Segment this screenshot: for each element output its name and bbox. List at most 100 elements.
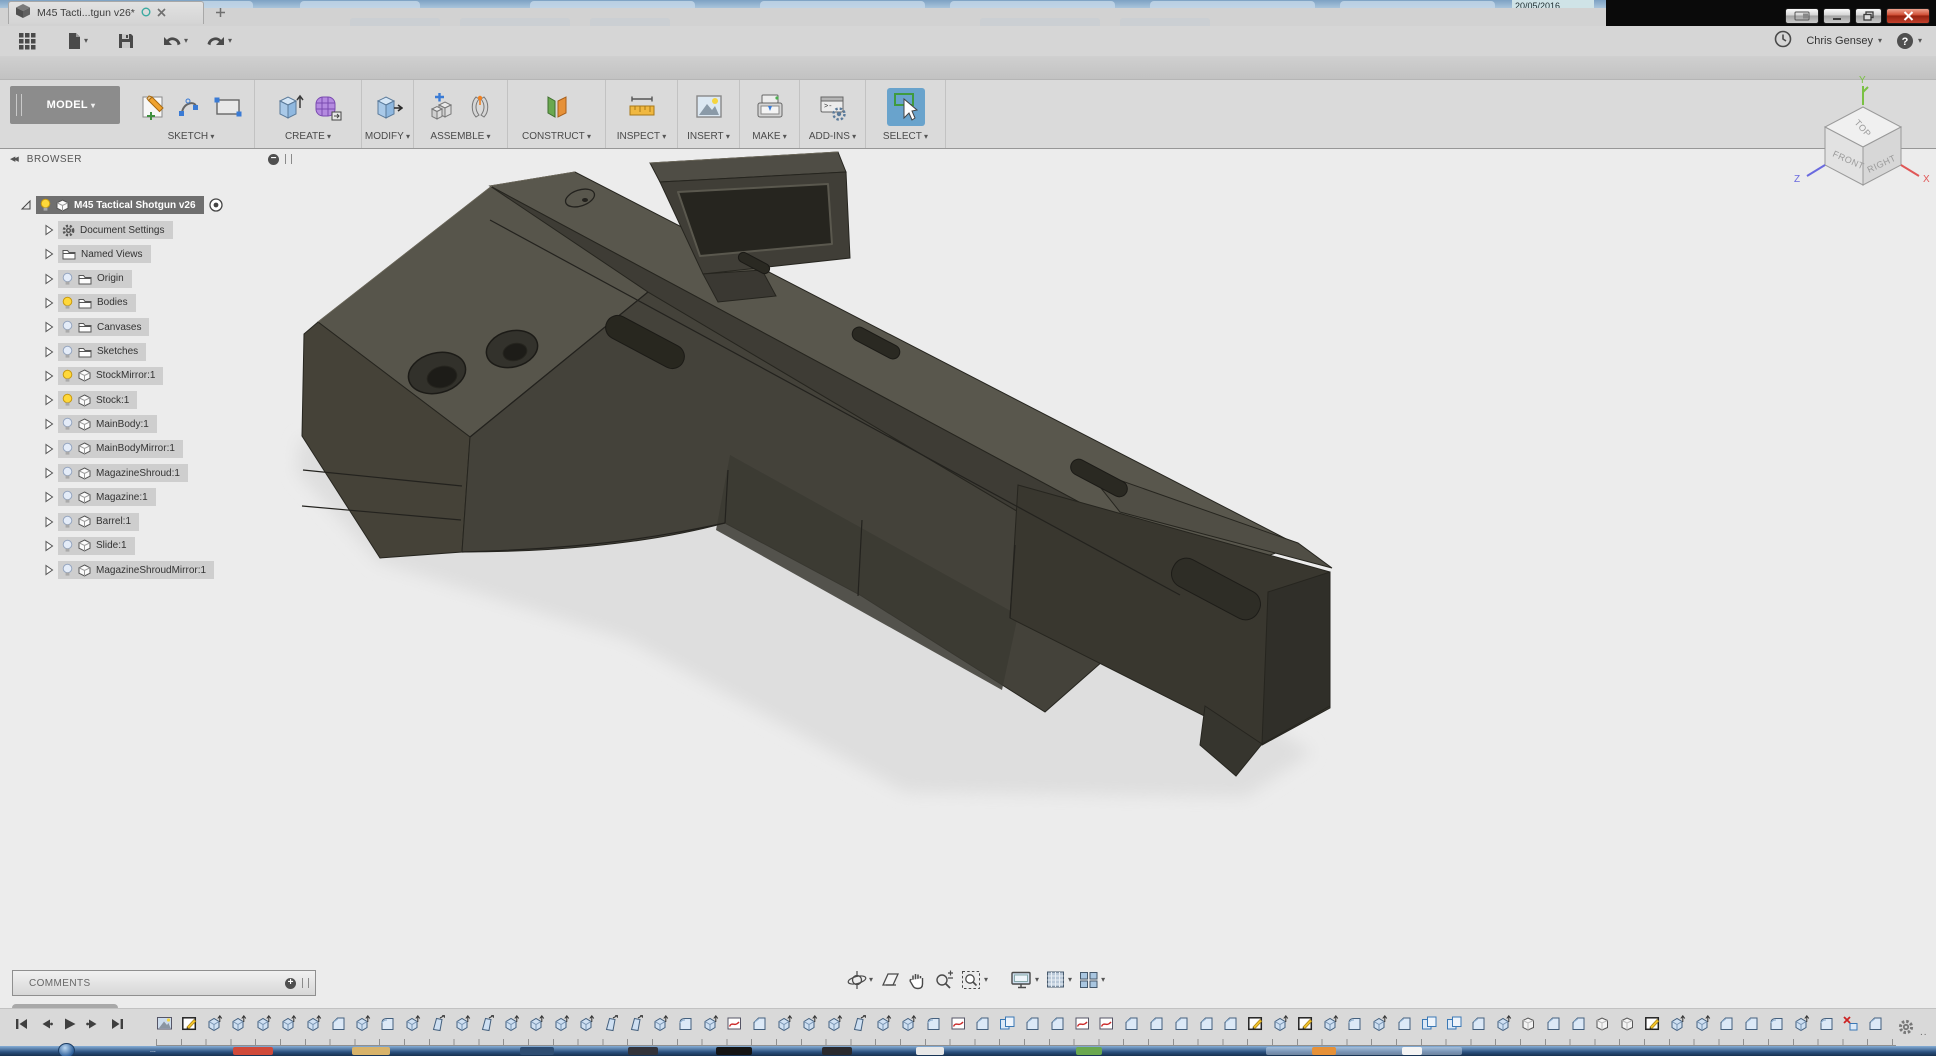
plane-tool-button[interactable] bbox=[542, 93, 572, 121]
timeline-feature-chamfer[interactable] bbox=[1198, 1015, 1215, 1032]
spline-tool-button[interactable] bbox=[177, 93, 205, 121]
timeline-feature-chamfer[interactable] bbox=[1049, 1015, 1066, 1032]
bulb-off-icon[interactable] bbox=[62, 466, 73, 480]
ribbon-group-label[interactable]: INSPECT ▾ bbox=[606, 131, 677, 148]
expand-closed-icon[interactable] bbox=[44, 491, 54, 503]
timeline-feature-extrude[interactable] bbox=[652, 1014, 669, 1032]
timeline-feature-extrude[interactable] bbox=[528, 1014, 545, 1032]
bulb-on-icon[interactable] bbox=[62, 393, 73, 407]
expand-closed-icon[interactable] bbox=[44, 564, 54, 576]
bulb-off-icon[interactable] bbox=[62, 417, 73, 431]
undo-button[interactable]: ▾ bbox=[158, 32, 192, 50]
windows-taskbar[interactable]: ... bbox=[0, 1043, 1936, 1056]
ribbon-group-label[interactable]: ASSEMBLE ▾ bbox=[414, 131, 507, 148]
timeline-feature-extrude[interactable] bbox=[206, 1014, 223, 1032]
timeline-feature-extrude[interactable] bbox=[1371, 1014, 1388, 1032]
document-tab[interactable]: M45 Tacti...tgun v26* bbox=[8, 1, 204, 24]
timeline-feature-extrude[interactable] bbox=[305, 1014, 322, 1032]
timeline-feature-fillet[interactable] bbox=[677, 1015, 694, 1032]
look-at-button[interactable] bbox=[879, 970, 901, 990]
collapse-panel-icon[interactable]: ◀◀ bbox=[10, 155, 19, 163]
ribbon-group-label[interactable]: ADD-INS ▾ bbox=[800, 131, 865, 148]
expand-closed-icon[interactable] bbox=[44, 443, 54, 455]
redo-button[interactable]: ▾ bbox=[202, 32, 236, 50]
expand-closed-icon[interactable] bbox=[44, 248, 54, 260]
form-tool-button[interactable] bbox=[312, 92, 342, 122]
timeline-feature-extrude[interactable] bbox=[1694, 1014, 1711, 1032]
step-forward-button[interactable] bbox=[86, 1017, 101, 1031]
timeline-feature-extrude[interactable] bbox=[1669, 1014, 1686, 1032]
expand-closed-icon[interactable] bbox=[44, 467, 54, 479]
attached-canvas-tool-button[interactable] bbox=[694, 93, 724, 121]
timeline-feature-chamfer[interactable] bbox=[1222, 1015, 1239, 1032]
timeline-feature-mirror[interactable] bbox=[1446, 1015, 1463, 1032]
timeline-feature-chamfer[interactable] bbox=[1867, 1015, 1884, 1032]
timeline-feature-fillet[interactable] bbox=[1768, 1015, 1785, 1032]
ribbon-group-label[interactable]: CONSTRUCT ▾ bbox=[508, 131, 605, 148]
timeline-feature-extrude[interactable] bbox=[230, 1014, 247, 1032]
close-tab-icon[interactable] bbox=[157, 4, 166, 22]
job-status-clock-icon[interactable] bbox=[1774, 30, 1792, 53]
timeline-feature-extrude[interactable] bbox=[354, 1014, 371, 1032]
ribbon-group-label[interactable]: MAKE ▾ bbox=[740, 131, 799, 148]
timeline-settings-gear-icon[interactable] bbox=[1898, 1019, 1914, 1040]
close-button[interactable] bbox=[1886, 8, 1930, 24]
expand-closed-icon[interactable] bbox=[44, 346, 54, 358]
bulb-off-icon[interactable] bbox=[62, 320, 73, 334]
bulb-off-icon[interactable] bbox=[62, 539, 73, 553]
timeline-feature-fillet[interactable] bbox=[925, 1015, 942, 1032]
timeline-feature-extrude[interactable] bbox=[578, 1014, 595, 1032]
timeline-feature-extrude[interactable] bbox=[1793, 1014, 1810, 1032]
browser-item-sketches[interactable]: Sketches bbox=[44, 342, 147, 361]
timeline-feature-sketch[interactable] bbox=[1644, 1015, 1661, 1032]
measure-tool-button[interactable] bbox=[627, 94, 657, 120]
timeline-feature-extrude[interactable] bbox=[255, 1014, 272, 1032]
app-launcher-button[interactable] bbox=[14, 30, 40, 52]
taskbar-app-icon[interactable] bbox=[352, 1047, 390, 1055]
timeline-feature-chamfer[interactable] bbox=[1718, 1015, 1735, 1032]
browser-item-named-views[interactable]: Named Views bbox=[44, 245, 151, 264]
timeline-feature-extrude[interactable] bbox=[1495, 1014, 1512, 1032]
minimize-button[interactable] bbox=[1823, 8, 1851, 24]
timeline-feature-curve[interactable] bbox=[726, 1015, 743, 1032]
add-comment-icon[interactable]: + bbox=[285, 977, 296, 989]
browser-item-barrel-1[interactable]: Barrel:1 bbox=[44, 512, 140, 531]
timeline-feature-chamfer[interactable] bbox=[1173, 1015, 1190, 1032]
timeline-feature-box[interactable] bbox=[1520, 1015, 1537, 1032]
timeline-feature-extrude[interactable] bbox=[875, 1014, 892, 1032]
toolbar-window-button[interactable] bbox=[1785, 8, 1819, 24]
ribbon-group-label[interactable]: SELECT ▾ bbox=[866, 131, 945, 148]
timeline-feature-draft[interactable] bbox=[602, 1015, 619, 1032]
extrude-tool-button[interactable] bbox=[274, 92, 304, 122]
bulb-off-icon[interactable] bbox=[62, 490, 73, 504]
taskbar-app-icon[interactable] bbox=[916, 1047, 944, 1055]
browser-item-stockmirror-1[interactable]: StockMirror:1 bbox=[44, 366, 164, 385]
expand-closed-icon[interactable] bbox=[44, 370, 54, 382]
taskbar-app-icon[interactable] bbox=[628, 1047, 658, 1055]
browser-item-mainbody-1[interactable]: MainBody:1 bbox=[44, 415, 157, 434]
select-tool-button[interactable] bbox=[886, 87, 925, 126]
browser-item-document-settings[interactable]: Document Settings bbox=[44, 221, 173, 239]
new-tab-button[interactable] bbox=[212, 4, 228, 20]
expand-closed-icon[interactable] bbox=[44, 516, 54, 528]
timeline-feature-chamfer[interactable] bbox=[1570, 1015, 1587, 1032]
help-button[interactable]: ? ▾ bbox=[1896, 32, 1922, 50]
timeline-feature-fillet[interactable] bbox=[1818, 1015, 1835, 1032]
new-component-tool-button[interactable] bbox=[427, 92, 457, 122]
workspace-selector[interactable]: MODEL ▾ bbox=[22, 99, 120, 111]
expand-open-icon[interactable] bbox=[20, 199, 32, 211]
taskbar-overflow-dots[interactable]: ... bbox=[150, 1047, 156, 1055]
save-button[interactable] bbox=[114, 31, 138, 51]
user-account-button[interactable]: Chris Gensey ▾ bbox=[1806, 35, 1882, 47]
play-button[interactable] bbox=[62, 1017, 77, 1031]
comments-grip[interactable] bbox=[302, 978, 309, 988]
timeline-feature-draft[interactable] bbox=[429, 1015, 446, 1032]
bulb-off-icon[interactable] bbox=[62, 345, 73, 359]
timeline-feature-extrude[interactable] bbox=[1322, 1014, 1339, 1032]
browser-item-magazineshroudmirror-1[interactable]: MagazineShroudMirror:1 bbox=[44, 561, 215, 580]
timeline-feature-chamfer[interactable] bbox=[1148, 1015, 1165, 1032]
bulb-on-icon[interactable] bbox=[62, 369, 73, 383]
timeline-feature-chamfer[interactable] bbox=[1470, 1015, 1487, 1032]
timeline-feature-extrude[interactable] bbox=[801, 1014, 818, 1032]
rectangle-tool-button[interactable] bbox=[213, 95, 243, 119]
